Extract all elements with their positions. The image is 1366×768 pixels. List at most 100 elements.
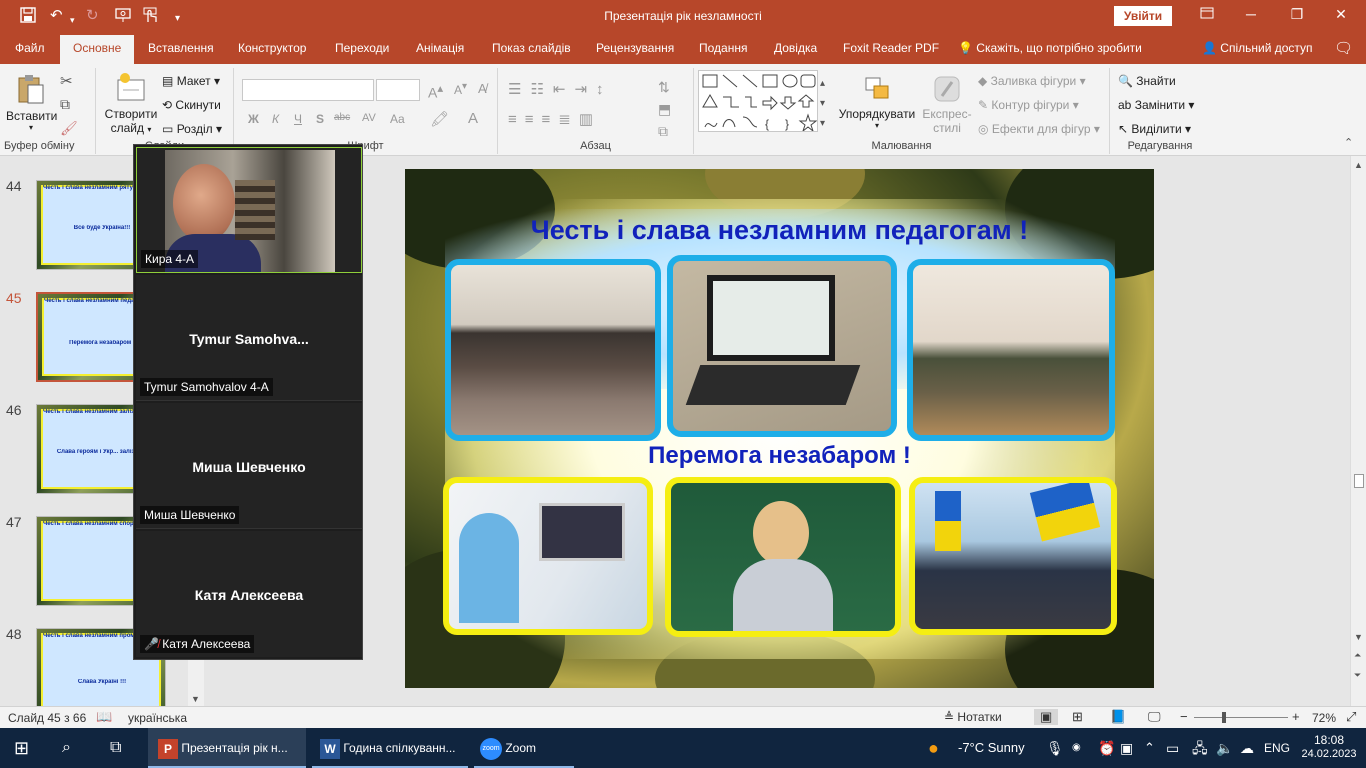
app-tray-icon[interactable]: ▣ [1120,728,1133,768]
collapse-ribbon-icon[interactable]: ⌃ [1344,136,1353,149]
maximize-icon[interactable]: ❐ [1282,6,1312,23]
participant-tile[interactable]: Tymur Samohva... Tymur Samohvalov 4-A [136,275,362,401]
arrange-button[interactable]: Упорядкувати ▾ [836,74,918,130]
highlight-icon[interactable]: 🖍 [430,110,449,128]
spacing-button[interactable]: AV [362,112,376,124]
replace-button[interactable]: ab Замінити ▾ [1118,98,1194,112]
onedrive-icon[interactable]: ☁ [1240,728,1254,768]
volume-icon[interactable]: 🔈 [1216,728,1233,768]
signin-button[interactable]: Увійти [1114,6,1172,26]
scroll-up-icon[interactable]: ▲ [1354,160,1363,170]
ribbon-display-icon[interactable] [1192,6,1222,22]
format-painter-icon[interactable]: 🖌 [60,120,78,137]
participant-video-tile[interactable]: Кира 4-А [136,147,362,273]
shapes-gallery[interactable]: { } [698,70,818,132]
zoom-tray-icon[interactable]: ◉ [1072,728,1081,768]
font-color-icon[interactable]: A [468,110,478,127]
section-button[interactable]: ▭ Розділ ▾ [162,122,222,136]
shape-outline-button[interactable]: ✎ Контур фігури ▾ [978,98,1079,112]
zoom-in-icon[interactable]: + [1292,709,1300,724]
change-case-button[interactable]: Aa [390,112,405,126]
zoom-slider-thumb[interactable] [1222,712,1226,723]
shape-fill-button[interactable]: ◆ Заливка фігури ▾ [978,74,1086,88]
scroll-down-icon[interactable]: ▼ [191,694,200,704]
close-icon[interactable]: ✕ [1326,6,1356,23]
weather-icon[interactable]: ● [928,728,939,768]
tab-home[interactable]: Основне [60,35,135,64]
tab-help[interactable]: Довідка [774,41,817,55]
align-icons[interactable]: ≡≡≡≣▥ [508,110,601,128]
tab-review[interactable]: Рецензування [596,41,674,55]
spellcheck-icon[interactable]: 📖 [96,709,112,725]
windows-start-icon[interactable]: ⊞ [14,728,29,768]
taskbar-zoom[interactable]: zoom Zoom [474,728,574,768]
slide-canvas[interactable]: Честь і слава незламним педагогам ! Пере… [405,169,1154,688]
reset-button[interactable]: ⟲ Скинути [162,98,221,112]
cut-icon[interactable]: ✂ [60,72,73,90]
reading-view-icon[interactable]: 📘 [1110,709,1126,725]
participant-tile[interactable]: Катя Алексеева 🎤̸ Катя Алексеева [136,531,362,657]
network-icon[interactable]: 🖧 [1192,728,1208,768]
scroll-thumb[interactable] [1354,474,1364,488]
underline-button[interactable]: Ч [294,112,302,126]
normal-view-icon[interactable]: ▣ [1034,709,1059,725]
zoom-out-icon[interactable]: − [1180,709,1188,724]
input-language[interactable]: ENG [1264,728,1290,768]
slide-title[interactable]: Честь і слава незламним педагогам ! [405,215,1154,246]
scroll-down-icon[interactable]: ▼ [1354,632,1363,642]
clock[interactable]: 18:08 24.02.2023 [1300,728,1358,768]
tab-file[interactable]: Файл [15,41,45,55]
shape-effects-button[interactable]: ◎ Ефекти для фігур ▾ [978,122,1100,136]
shadow-button[interactable]: S [316,112,324,126]
tab-design[interactable]: Конструктор [238,41,306,55]
font-name-input[interactable] [242,79,374,101]
slide-subtitle[interactable]: Перемога незабаром ! [405,442,1154,470]
tab-transitions[interactable]: Переходи [335,41,389,55]
text-direction-icon[interactable]: ⇅ ⬒ ⧉ [658,76,671,142]
battery-icon[interactable]: ▭ [1166,728,1179,768]
taskbar-powerpoint[interactable]: P Презентація рік н... [148,728,306,768]
tab-foxit[interactable]: Foxit Reader PDF [843,41,939,55]
minimize-icon[interactable]: ─ [1236,6,1266,22]
quick-styles-button[interactable]: Експрес- стилі [922,74,972,135]
participant-tile[interactable]: Миша Шевченко Миша Шевченко [136,403,362,529]
clear-format-icon[interactable]: A̸ [478,81,487,96]
alarm-icon[interactable]: ⏰ [1098,728,1115,768]
share-button[interactable]: 👤 Спільний доступ [1202,41,1313,55]
bold-button[interactable]: Ж [248,112,259,126]
task-view-icon[interactable]: ⧉ [110,728,121,768]
weather-text[interactable]: -7°C Sunny [958,728,1025,768]
shrink-font-icon[interactable]: A▾ [454,81,467,97]
italic-button[interactable]: К [272,112,279,126]
zoom-participants-panel[interactable]: Кира 4-А Tymur Samohva... Tymur Samohval… [133,144,363,660]
paste-button[interactable]: Вставити ▾ [6,72,57,132]
list-icons[interactable]: ☰☷⇤⇥↕ [508,80,613,98]
tab-animations[interactable]: Анімація [416,41,464,55]
fit-to-window-icon[interactable]: ⤢ [1346,709,1356,725]
taskbar-word[interactable]: W Година спілкуванн... [312,728,468,768]
find-button[interactable]: 🔍 Знайти [1118,74,1176,88]
notes-button[interactable]: ≜ Нотатки [944,710,1002,724]
zoom-slider[interactable] [1194,717,1288,718]
show-hidden-icons[interactable]: ⌃ [1144,728,1155,768]
font-size-input[interactable] [376,79,420,101]
microphone-icon[interactable]: 🎙 [1046,728,1064,768]
comments-icon[interactable]: 🗨 [1334,39,1353,57]
select-button[interactable]: ↖ Виділити ▾ [1118,122,1191,136]
gallery-scroll-icon[interactable]: ▴ ▾ ▾ [820,74,825,134]
search-icon[interactable]: ⌕ [62,728,71,768]
tab-view[interactable]: Подання [699,41,747,55]
layout-button[interactable]: ▤ Макет ▾ [162,74,220,88]
tab-slideshow[interactable]: Показ слайдів [492,41,571,55]
tell-me-search[interactable]: 💡 Скажіть, що потрібно зробити [958,41,1142,55]
new-slide-button[interactable]: Створити слайд ▾ [102,72,160,135]
next-slide-icon[interactable]: ⏷ [1354,670,1361,681]
strikethrough-button[interactable]: abc [334,112,350,123]
slideshow-view-icon[interactable]: 🖵 [1148,709,1161,725]
language-indicator[interactable]: українська [128,711,187,725]
slide-sorter-icon[interactable]: ⊞ [1072,709,1083,725]
copy-icon[interactable]: ⧉ [60,96,70,113]
tab-insert[interactable]: Вставлення [148,41,214,55]
slide-scrollbar[interactable]: ▲ ▼ ⏶ ⏷ [1350,156,1366,706]
prev-slide-icon[interactable]: ⏶ [1354,650,1361,661]
